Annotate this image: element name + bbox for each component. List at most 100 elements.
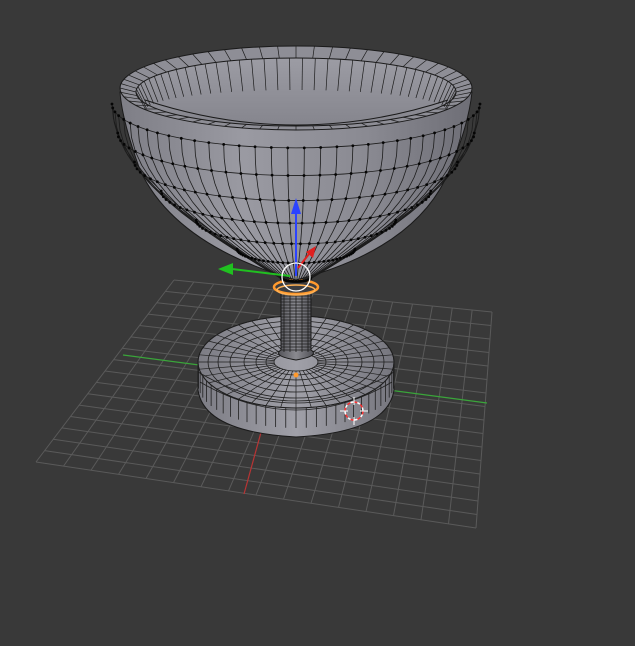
mesh-vertex <box>347 219 351 222</box>
mesh-vertex <box>145 128 149 132</box>
mesh-vertex <box>185 208 189 212</box>
grid-line <box>53 438 479 502</box>
mesh-vertex <box>381 141 385 145</box>
mesh-vertex <box>327 259 330 263</box>
mesh-vertex <box>452 125 456 128</box>
mesh-vertex <box>159 189 163 193</box>
mesh-vertex <box>333 240 337 244</box>
mesh-vertex <box>302 174 306 177</box>
mesh-vertex <box>193 210 196 214</box>
mesh-vertex <box>264 220 268 224</box>
mesh-vertex <box>110 102 114 106</box>
mesh-vertex <box>471 114 475 118</box>
mesh-vertex <box>173 203 176 207</box>
mesh-vertex <box>429 189 433 193</box>
mesh-vertex <box>334 173 338 176</box>
mesh-vertex <box>172 185 176 189</box>
mesh-vertex <box>276 221 280 225</box>
mesh-vertex <box>213 232 217 236</box>
mesh-vertex <box>160 192 164 196</box>
mesh-vertex <box>344 197 348 201</box>
mesh-vertex <box>241 219 245 222</box>
mesh-vertex <box>433 180 437 184</box>
mesh-vertex <box>164 198 168 201</box>
mesh-vertex <box>201 212 205 216</box>
mesh-vertex <box>219 234 223 238</box>
mesh-vertex <box>237 144 241 148</box>
mesh-vertex <box>122 118 126 121</box>
pivot-point <box>293 372 299 378</box>
mesh-vertex <box>179 136 183 140</box>
mesh-vertex <box>392 222 396 226</box>
mesh-vertex <box>272 198 276 202</box>
mesh-vertex <box>358 196 361 199</box>
mesh-vertex <box>447 153 451 157</box>
mesh-vertex <box>466 142 470 146</box>
mesh-vertex <box>455 164 459 167</box>
viewport-canvas[interactable] <box>0 0 635 646</box>
mesh-vertex <box>417 162 421 166</box>
mesh-vertex <box>416 203 419 207</box>
mesh-vertex <box>428 192 432 196</box>
mesh-vertex <box>324 220 328 224</box>
mesh-vertex <box>263 241 267 245</box>
mesh-vertex <box>383 192 387 196</box>
mesh-vertex <box>207 141 211 145</box>
mesh-vertex <box>420 200 424 204</box>
mesh-vertex <box>443 128 447 132</box>
mesh-vertex <box>395 139 399 143</box>
mesh-vertex <box>472 135 475 139</box>
mesh-vertex <box>182 188 186 192</box>
mesh-vertex <box>302 146 306 150</box>
mesh-vertex <box>460 121 464 125</box>
mesh-vertex <box>218 194 221 198</box>
mesh-vertex <box>330 198 334 201</box>
y-arrow-head[interactable] <box>218 263 233 275</box>
mesh-vertex <box>160 159 164 163</box>
mesh-vertex <box>319 146 323 149</box>
mesh-vertex <box>117 114 121 118</box>
mesh-vertex <box>205 192 209 196</box>
mesh-vertex <box>243 254 247 258</box>
mesh-vertex <box>287 199 291 202</box>
mesh-vertex <box>220 216 224 220</box>
mesh-vertex <box>222 142 226 146</box>
mesh-vertex <box>345 254 349 258</box>
mesh-vertex <box>231 196 234 199</box>
mesh-vertex <box>281 242 284 246</box>
mesh-vertex <box>208 230 212 234</box>
mesh-vertex <box>308 242 311 246</box>
mesh-vertex <box>194 218 198 222</box>
mesh-vertex <box>196 167 200 170</box>
mesh-vertex <box>141 153 145 157</box>
mesh-vertex <box>201 226 204 230</box>
mesh-vertex <box>301 199 305 202</box>
mesh-vertex <box>363 235 367 239</box>
mesh-vertex <box>318 173 322 177</box>
mesh-vertex <box>349 172 353 175</box>
mesh-vertex <box>369 234 373 238</box>
mesh-vertex <box>276 260 280 264</box>
mesh-vertex <box>250 256 254 260</box>
mesh-vertex <box>356 237 360 241</box>
mesh-vertex <box>111 106 115 110</box>
mesh-vertex <box>335 145 339 149</box>
mesh-vertex <box>335 257 339 261</box>
goblet-stem[interactable] <box>278 291 314 361</box>
mesh-vertex <box>138 170 142 174</box>
mesh-vertex <box>258 198 262 201</box>
mesh-vertex <box>198 224 202 228</box>
mesh-vertex <box>133 164 137 167</box>
mesh-vertex <box>235 247 239 251</box>
mesh-vertex <box>406 188 410 192</box>
mesh-vertex <box>358 217 362 221</box>
mesh-vertex <box>281 261 285 265</box>
mesh-vertex <box>161 195 165 199</box>
mesh-vertex <box>257 258 261 262</box>
mesh-vertex <box>416 185 420 189</box>
mesh-vertex <box>379 169 382 172</box>
mesh-vertex <box>254 173 258 176</box>
3d-viewport[interactable] <box>0 0 635 646</box>
mesh-vertex <box>445 174 449 177</box>
mesh-vertex <box>253 257 257 261</box>
